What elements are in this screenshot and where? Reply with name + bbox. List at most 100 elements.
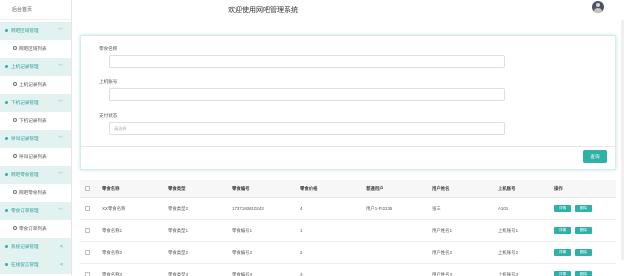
list-icon (13, 46, 17, 51)
table-cell: 上机账号3 (498, 271, 519, 276)
row-checkbox[interactable] (85, 264, 90, 276)
checkbox-icon[interactable] (85, 206, 90, 211)
table-cell: 用户姓名2 (432, 249, 453, 255)
search-button[interactable]: 查询 (583, 150, 607, 163)
table-cell: XX零食名称 (102, 205, 126, 211)
table-row: 零食名称2 零食类型2 零食编号2 2 用户姓名2 上机账号2 详情 删除 (80, 242, 616, 264)
detail-button[interactable]: 详情 (554, 249, 571, 256)
sidebar-item-label: 网吧零食列表 (19, 190, 47, 195)
sidebar-group-label: 网吧零食管理 (11, 172, 39, 177)
chevron-icon: ﹀ (57, 100, 63, 106)
row-checkbox[interactable] (85, 220, 90, 241)
sidebar-item-1[interactable]: 上机记录列表 (0, 76, 71, 94)
sidebar-group-label: 呼叫记录管理 (11, 136, 39, 141)
menu-dot-icon (5, 245, 8, 249)
column-header: 操作 (554, 185, 563, 191)
sidebar-group-message[interactable]: 在线留言管理 < (0, 256, 71, 274)
column-header: 用户姓名 (432, 185, 450, 191)
delete-button[interactable]: 删除 (575, 271, 592, 276)
sidebar-item-label: 上机记录列表 (19, 82, 47, 87)
row-actions: 详情 删除 (554, 264, 596, 276)
delete-button[interactable]: 删除 (575, 205, 592, 212)
column-header: 上机账号 (498, 185, 516, 191)
table-cell: 3 (300, 272, 303, 276)
column-header: 零食编号 (232, 185, 250, 191)
account-input[interactable] (109, 88, 505, 101)
checkbox-icon[interactable] (85, 250, 90, 255)
table-cell: 4 (300, 206, 303, 211)
menu-dot-icon (5, 173, 8, 177)
sidebar-group-snack-order[interactable]: 零食订单管理 ﹀ (0, 202, 71, 220)
column-header: 零食类型 (168, 185, 186, 191)
sidebar-item-4[interactable]: 网吧零食列表 (0, 184, 71, 202)
pay-status-select[interactable]: 请选择 (109, 122, 505, 135)
list-icon (13, 118, 17, 123)
table-cell: 用户姓名1 (432, 227, 453, 233)
column-header: 零食价格 (300, 185, 318, 191)
column-header: 普通用户 (366, 185, 384, 191)
table-cell: 零食名称3 (102, 271, 123, 276)
sidebar-item-label: 下机记录列表 (19, 118, 47, 123)
detail-button[interactable]: 详情 (554, 205, 571, 212)
sidebar-item-2[interactable]: 下机记录列表 (0, 112, 71, 130)
table-cell: 用户1-FI2235 (366, 205, 393, 211)
row-actions: 详情 删除 (554, 220, 596, 241)
table-cell: 零食类型1 (168, 227, 189, 233)
sidebar-item-3[interactable]: 呼叫记录列表 (0, 148, 71, 166)
form-divider (81, 146, 615, 147)
snack-name-label: 零食名称 (99, 46, 118, 51)
sidebar-group-system[interactable]: 系统记录管理 < (0, 238, 71, 256)
table-cell: 用户姓名3 (432, 271, 453, 276)
checkbox-icon[interactable] (85, 272, 90, 276)
sidebar-item-5[interactable]: 零食订单列表 (0, 220, 71, 238)
detail-button[interactable]: 详情 (554, 227, 571, 234)
table-cell: 零食名称1 (102, 227, 123, 233)
table-cell: 1 (300, 228, 303, 233)
menu-dot-icon (5, 137, 8, 141)
sidebar-home[interactable]: 后台首页 (0, 0, 71, 20)
chevron-icon: ﹀ (57, 136, 63, 142)
table-cell: 零食名称2 (102, 249, 123, 255)
sidebar-group-call[interactable]: 呼叫记录管理 ﹀ (0, 130, 71, 148)
chevron-icon: < (60, 244, 63, 250)
checkbox-icon[interactable] (85, 186, 90, 191)
data-table: 零食名称 零食类型 零食编号 零食价格 普通用户 用户姓名 上机账号 操作 XX零食名称 零食类… (80, 180, 616, 276)
delete-button[interactable]: 删除 (575, 227, 592, 234)
detail-button[interactable]: 详情 (554, 271, 571, 276)
table-cell: 零食类型3 (168, 271, 189, 276)
table-cell: 零食编号3 (232, 271, 253, 276)
table-cell: 零食编号1 (232, 227, 253, 233)
user-avatar[interactable] (592, 1, 604, 13)
menu-dot-icon (5, 29, 8, 33)
sidebar-group-label: 上机记录管理 (11, 64, 39, 69)
table-cell: 上机账号2 (498, 249, 519, 255)
menu-dot-icon (5, 65, 8, 69)
list-icon (13, 190, 17, 195)
list-icon (13, 154, 17, 159)
account-label: 上机账号 (99, 79, 118, 84)
sidebar-group-snack[interactable]: 网吧零食管理 ﹀ (0, 166, 71, 184)
sidebar: 后台首页 网吧区域管理 ﹀ 网吧区域列表 上机记录管理 ﹀ 上机记录列表 下机记录管理 ﹀ 下机… (0, 0, 72, 276)
table-cell: 零食类型2 (168, 249, 189, 255)
table-cell: 零食类型2 (168, 205, 189, 211)
sidebar-group-label: 下机记录管理 (11, 100, 39, 105)
menu-dot-icon (5, 209, 8, 213)
list-icon (13, 226, 17, 231)
table-cell: 上机账号1 (498, 227, 519, 233)
row-checkbox[interactable] (85, 198, 90, 219)
checkbox-icon[interactable] (85, 228, 90, 233)
sidebar-item-0[interactable]: 网吧区域列表 (0, 40, 71, 58)
pay-status-label: 支付状态 (99, 113, 118, 118)
delete-button[interactable]: 删除 (575, 249, 592, 256)
sidebar-group-area[interactable]: 网吧区域管理 ﹀ (0, 22, 71, 40)
snack-name-input[interactable] (109, 55, 505, 68)
table-cell: A101 (498, 206, 509, 211)
row-checkbox[interactable] (85, 242, 90, 263)
page-title: 欢迎使用网吧管理系统 (228, 7, 298, 14)
table-header: 零食名称 零食类型 零食编号 零食价格 普通用户 用户姓名 上机账号 操作 (80, 180, 616, 198)
sidebar-group-login[interactable]: 上机记录管理 ﹀ (0, 58, 71, 76)
select-all-checkbox[interactable] (85, 180, 90, 197)
sidebar-group-logout[interactable]: 下机记录管理 ﹀ (0, 94, 71, 112)
table-cell: 2 (300, 250, 303, 255)
column-header: 零食名称 (102, 185, 120, 191)
